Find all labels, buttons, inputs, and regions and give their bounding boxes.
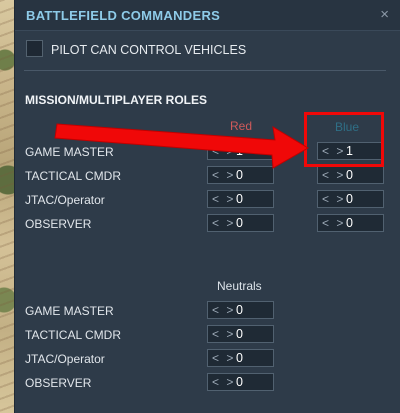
stepper-arrows-icon[interactable]: < > bbox=[212, 303, 235, 317]
red-jtac-operator-stepper[interactable]: < > 0 bbox=[207, 190, 274, 208]
annotation-highlight-box bbox=[304, 112, 384, 167]
stepper-value: 0 bbox=[236, 303, 243, 317]
stepper-value: 0 bbox=[346, 216, 353, 230]
blue-jtac-operator-stepper[interactable]: < > 0 bbox=[317, 190, 384, 208]
stepper-value: 0 bbox=[346, 168, 353, 182]
stepper-arrows-icon[interactable]: < > bbox=[322, 192, 345, 206]
stepper-value: 0 bbox=[236, 216, 243, 230]
neutral-observer-stepper[interactable]: < > 0 bbox=[207, 373, 274, 391]
stepper-arrows-icon[interactable]: < > bbox=[212, 144, 235, 158]
role-label-jtac-operator: JTAC/Operator bbox=[25, 193, 105, 207]
neutral-label-game-master: GAME MASTER bbox=[25, 304, 114, 318]
map-background bbox=[0, 0, 14, 413]
stepper-arrows-icon[interactable]: < > bbox=[322, 168, 345, 182]
blue-tactical-cmdr-stepper[interactable]: < > 0 bbox=[317, 166, 384, 184]
close-icon[interactable]: × bbox=[380, 6, 389, 23]
neutral-label-tactical-cmdr: TACTICAL CMDR bbox=[25, 328, 121, 342]
stepper-arrows-icon[interactable]: < > bbox=[322, 216, 345, 230]
neutral-label-observer: OBSERVER bbox=[25, 376, 92, 390]
stepper-value: 0 bbox=[236, 327, 243, 341]
neutral-jtac-operator-stepper[interactable]: < > 0 bbox=[207, 349, 274, 367]
stepper-arrows-icon[interactable]: < > bbox=[212, 192, 235, 206]
stepper-value: 0 bbox=[236, 192, 243, 206]
red-column-header: Red bbox=[230, 119, 253, 133]
stepper-value: 1 bbox=[236, 144, 243, 158]
battlefield-commanders-window: BATTLEFIELD COMMANDERS × PILOT CAN CONTR… bbox=[14, 0, 400, 413]
role-label-game-master: GAME MASTER bbox=[25, 145, 114, 159]
neutral-game-master-stepper[interactable]: < > 0 bbox=[207, 301, 274, 319]
role-label-tactical-cmdr: TACTICAL CMDR bbox=[25, 169, 121, 183]
role-label-observer: OBSERVER bbox=[25, 217, 92, 231]
divider bbox=[24, 70, 386, 71]
stepper-value: 0 bbox=[346, 192, 353, 206]
title-bar: BATTLEFIELD COMMANDERS × bbox=[15, 0, 400, 31]
red-game-master-stepper[interactable]: < > 1 bbox=[207, 142, 274, 160]
stepper-arrows-icon[interactable]: < > bbox=[212, 168, 235, 182]
roles-section-title: MISSION/MULTIPLAYER ROLES bbox=[25, 93, 208, 107]
stepper-arrows-icon[interactable]: < > bbox=[212, 216, 235, 230]
stepper-value: 0 bbox=[236, 375, 243, 389]
neutral-label-jtac-operator: JTAC/Operator bbox=[25, 352, 105, 366]
window-title: BATTLEFIELD COMMANDERS bbox=[26, 8, 221, 23]
pilot-control-label: PILOT CAN CONTROL VEHICLES bbox=[51, 43, 247, 57]
stepper-value: 0 bbox=[236, 168, 243, 182]
stepper-arrows-icon[interactable]: < > bbox=[212, 351, 235, 365]
red-observer-stepper[interactable]: < > 0 bbox=[207, 214, 274, 232]
neutrals-column-header: Neutrals bbox=[217, 279, 262, 293]
blue-observer-stepper[interactable]: < > 0 bbox=[317, 214, 384, 232]
stepper-arrows-icon[interactable]: < > bbox=[212, 375, 235, 389]
red-tactical-cmdr-stepper[interactable]: < > 0 bbox=[207, 166, 274, 184]
stepper-arrows-icon[interactable]: < > bbox=[212, 327, 235, 341]
pilot-control-checkbox[interactable] bbox=[26, 40, 43, 57]
neutral-tactical-cmdr-stepper[interactable]: < > 0 bbox=[207, 325, 274, 343]
stepper-value: 0 bbox=[236, 351, 243, 365]
